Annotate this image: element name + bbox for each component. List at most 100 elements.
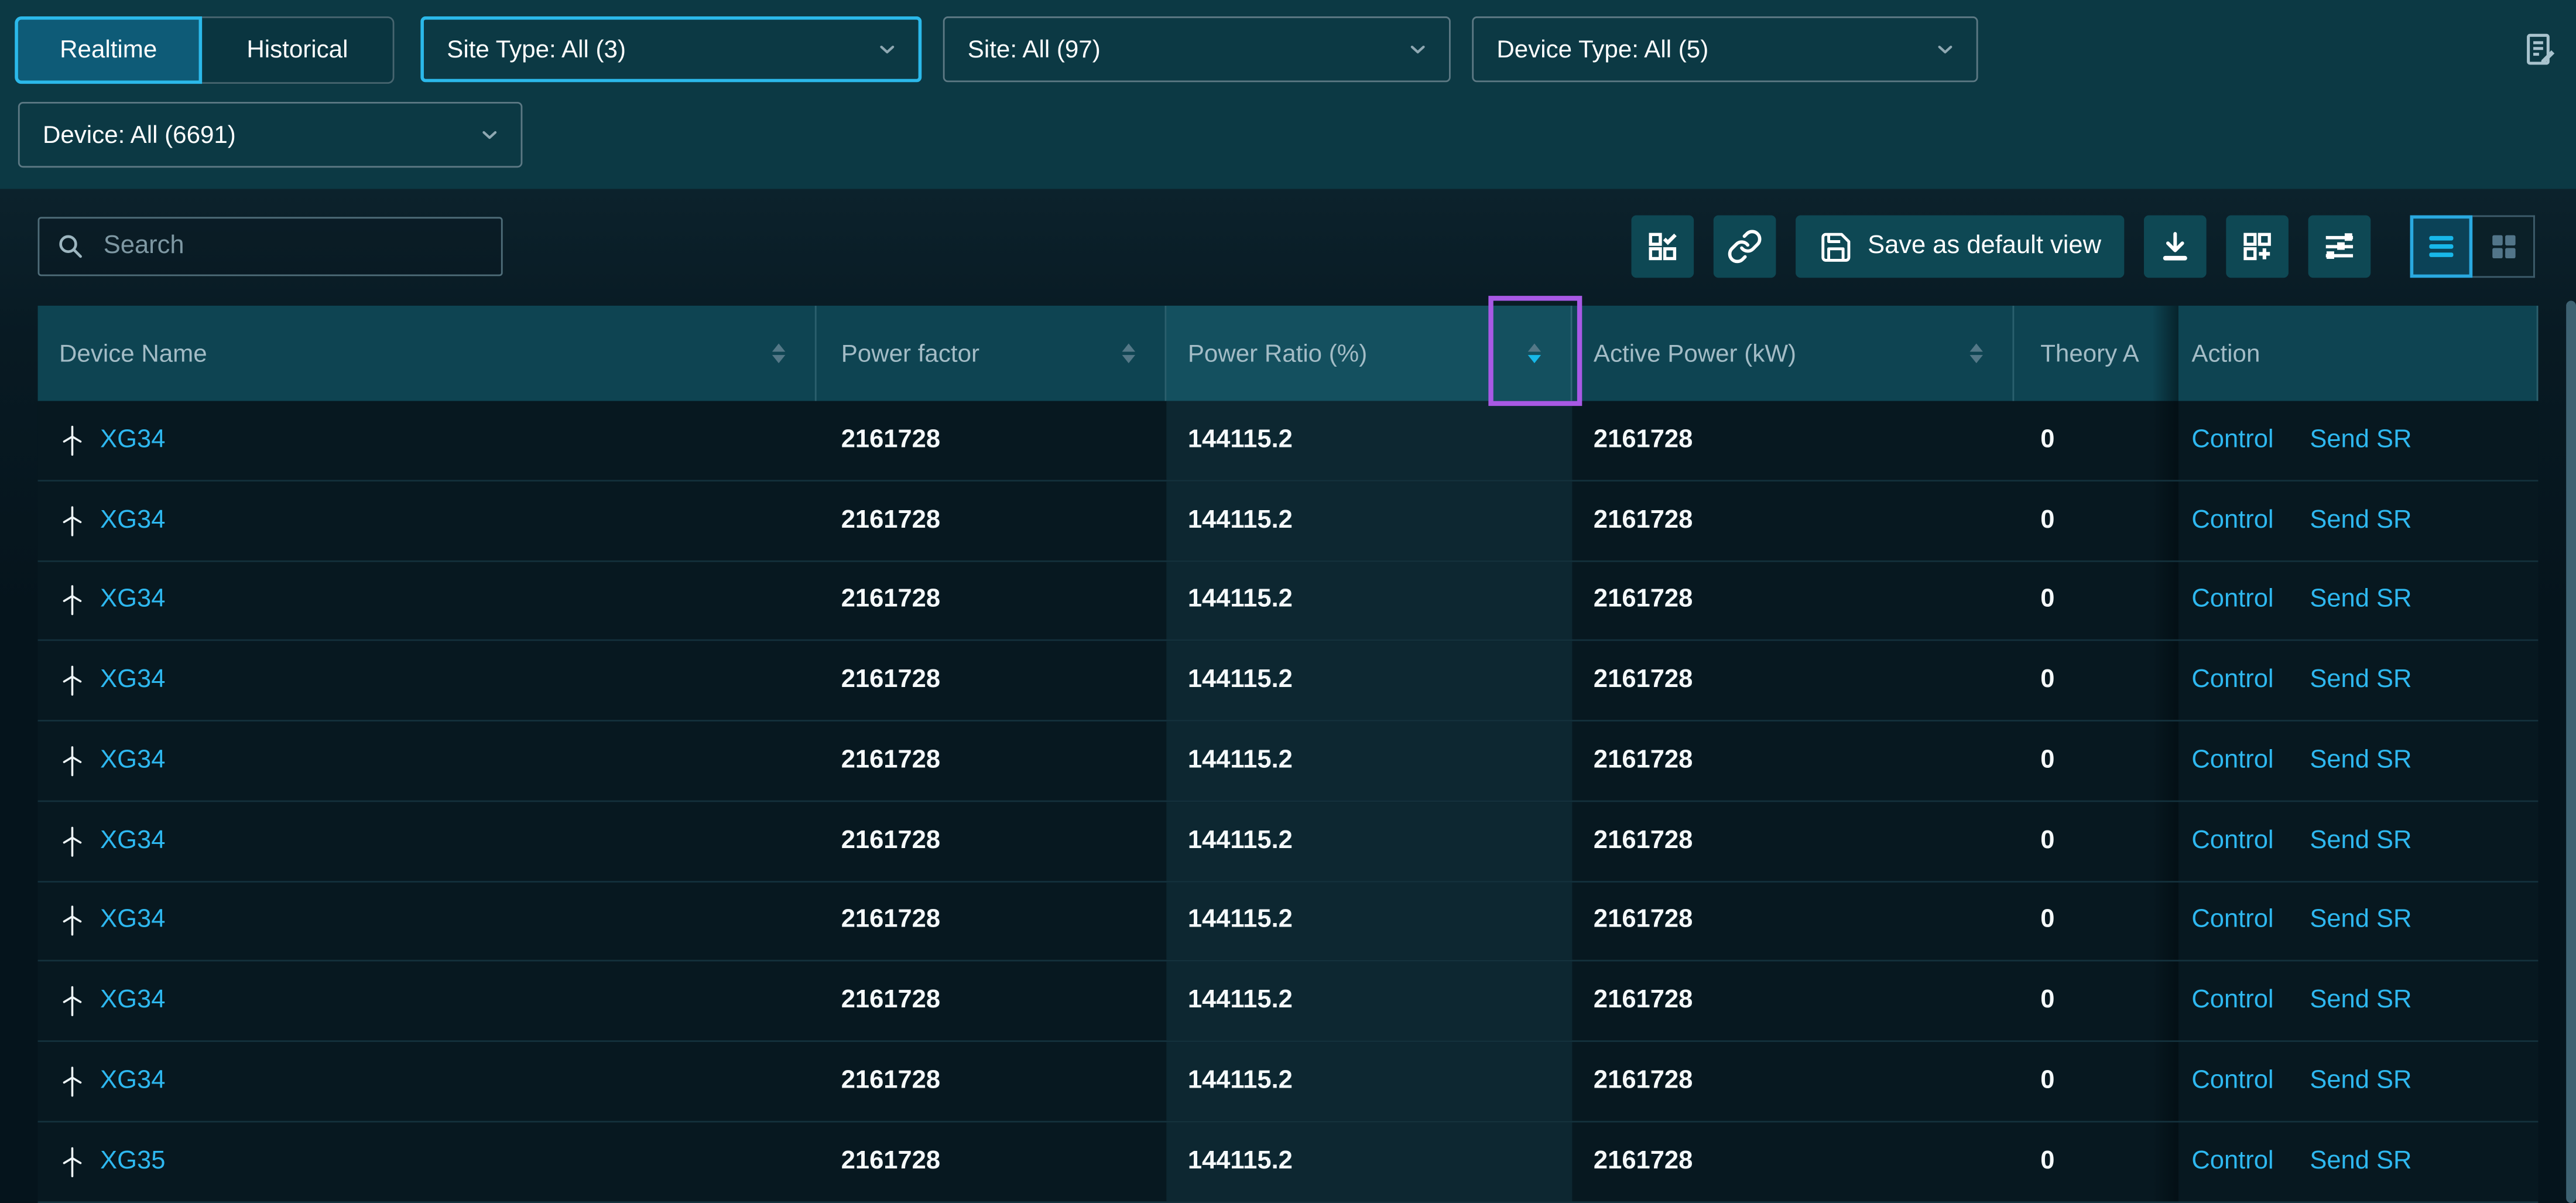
edit-note-icon[interactable]: [2520, 30, 2560, 69]
power-factor-cell: 2161728: [817, 1122, 1167, 1201]
vertical-scrollbar-thumb[interactable]: [2566, 301, 2576, 1203]
site-type-dropdown[interactable]: Site Type: All (3): [420, 16, 922, 82]
column-header-power-factor[interactable]: Power factor: [817, 306, 1167, 401]
device-name-cell: XG34: [38, 722, 817, 800]
control-link[interactable]: Control: [2191, 986, 2273, 1016]
table-section: Save as default view: [0, 189, 2576, 1203]
site-dropdown-value: Site: All (97): [968, 35, 1406, 63]
view-toggle: [2410, 216, 2535, 278]
device-link[interactable]: XG34: [100, 746, 165, 776]
send-sr-link[interactable]: Send SR: [2310, 425, 2411, 455]
column-header-device-name[interactable]: Device Name: [38, 306, 817, 401]
send-sr-link[interactable]: Send SR: [2310, 906, 2411, 936]
table-header: Device Name Power factor Power Ratio (%)…: [38, 306, 2539, 401]
power-ratio-cell: 144115.2: [1166, 481, 1572, 559]
sort-icon[interactable]: [1970, 343, 1983, 364]
control-link[interactable]: Control: [2191, 505, 2273, 535]
device-link[interactable]: XG34: [100, 666, 165, 696]
power-factor-cell: 2161728: [817, 641, 1167, 720]
control-link[interactable]: Control: [2191, 746, 2273, 776]
tab-realtime[interactable]: Realtime: [15, 16, 202, 84]
send-sr-link[interactable]: Send SR: [2310, 505, 2411, 535]
send-sr-link[interactable]: Send SR: [2310, 666, 2411, 696]
copy-link-button[interactable]: [1713, 216, 1776, 278]
device-link[interactable]: XG34: [100, 505, 165, 535]
list-view-toggle[interactable]: [2410, 216, 2473, 278]
send-sr-link[interactable]: Send SR: [2310, 986, 2411, 1016]
active-power-cell: 2161728: [1572, 641, 2014, 720]
action-cell: Control Send SR: [2178, 401, 2539, 480]
control-link[interactable]: Control: [2191, 1147, 2273, 1177]
send-sr-link[interactable]: Send SR: [2310, 586, 2411, 616]
list-view-icon: [2423, 228, 2459, 265]
column-header-theory-active-power: Theory A: [2014, 306, 2178, 401]
theory-active-power-cell: 0: [2014, 641, 2178, 720]
download-button[interactable]: [2144, 216, 2207, 278]
column-label: Theory A: [2040, 339, 2139, 367]
table-row: XG34 2161728 144115.2 2161728 0 Control …: [38, 1042, 2539, 1122]
device-link[interactable]: XG35: [100, 1147, 165, 1177]
send-sr-link[interactable]: Send SR: [2310, 746, 2411, 776]
power-ratio-cell: 144115.2: [1166, 561, 1572, 640]
column-label: Power factor: [841, 339, 979, 367]
active-power-cell: 2161728: [1572, 401, 2014, 480]
wind-turbine-icon: [59, 743, 85, 779]
control-link[interactable]: Control: [2191, 425, 2273, 455]
active-power-cell: 2161728: [1572, 481, 2014, 559]
device-dropdown[interactable]: Device: All (6691): [18, 102, 522, 168]
control-link[interactable]: Control: [2191, 906, 2273, 936]
device-type-dropdown[interactable]: Device Type: All (5): [1472, 16, 1978, 82]
control-link[interactable]: Control: [2191, 826, 2273, 856]
search-box: [38, 217, 503, 276]
search-icon: [56, 231, 87, 262]
column-select-button[interactable]: [1631, 216, 1694, 278]
device-link[interactable]: XG34: [100, 586, 165, 616]
action-cell: Control Send SR: [2178, 962, 2539, 1040]
wind-turbine-icon: [59, 662, 85, 699]
sort-icon-descending-active[interactable]: [1528, 343, 1541, 364]
sort-icon[interactable]: [772, 343, 785, 364]
site-dropdown[interactable]: Site: All (97): [943, 16, 1451, 82]
toolbar: Save as default view: [1631, 216, 2535, 278]
device-dropdown-value: Device: All (6691): [43, 121, 478, 149]
control-link[interactable]: Control: [2191, 666, 2273, 696]
send-sr-link[interactable]: Send SR: [2310, 826, 2411, 856]
filter-settings-button[interactable]: [2308, 216, 2371, 278]
device-link[interactable]: XG34: [100, 906, 165, 936]
wind-turbine-icon: [59, 903, 85, 939]
send-sr-link[interactable]: Send SR: [2310, 1067, 2411, 1096]
grid-view-toggle[interactable]: [2472, 216, 2535, 278]
action-cell: Control Send SR: [2178, 641, 2539, 720]
theory-active-power-cell: 0: [2014, 722, 2178, 800]
download-icon: [2157, 228, 2193, 265]
control-link[interactable]: Control: [2191, 1067, 2273, 1096]
theory-active-power-cell: 0: [2014, 481, 2178, 559]
active-power-cell: 2161728: [1572, 1042, 2014, 1120]
power-ratio-cell: 144115.2: [1166, 881, 1572, 960]
column-label: Device Name: [59, 339, 207, 367]
device-link[interactable]: XG34: [100, 986, 165, 1016]
add-widget-button[interactable]: [2226, 216, 2289, 278]
power-ratio-cell: 144115.2: [1166, 1122, 1572, 1201]
column-header-power-ratio[interactable]: Power Ratio (%): [1166, 306, 1572, 401]
device-link[interactable]: XG34: [100, 425, 165, 455]
wind-turbine-icon: [59, 422, 85, 459]
active-power-cell: 2161728: [1572, 881, 2014, 960]
top-filter-bar: Realtime Historical Site Type: All (3) S…: [0, 0, 2576, 189]
theory-active-power-cell: 0: [2014, 881, 2178, 960]
control-link[interactable]: Control: [2191, 586, 2273, 616]
wind-turbine-icon: [59, 1143, 85, 1180]
save-default-view-button[interactable]: Save as default view: [1796, 216, 2125, 278]
tab-historical[interactable]: Historical: [202, 16, 394, 84]
wind-turbine-icon: [59, 823, 85, 859]
active-power-cell: 2161728: [1572, 561, 2014, 640]
device-link[interactable]: XG34: [100, 1067, 165, 1096]
search-input[interactable]: [100, 230, 485, 263]
table-row: XG34 2161728 144115.2 2161728 0 Control …: [38, 481, 2539, 561]
device-link[interactable]: XG34: [100, 826, 165, 856]
grid-plus-icon: [2239, 228, 2276, 265]
send-sr-link[interactable]: Send SR: [2310, 1147, 2411, 1177]
column-header-active-power[interactable]: Active Power (kW): [1572, 306, 2014, 401]
power-factor-cell: 2161728: [817, 802, 1167, 880]
sort-icon[interactable]: [1122, 343, 1135, 364]
